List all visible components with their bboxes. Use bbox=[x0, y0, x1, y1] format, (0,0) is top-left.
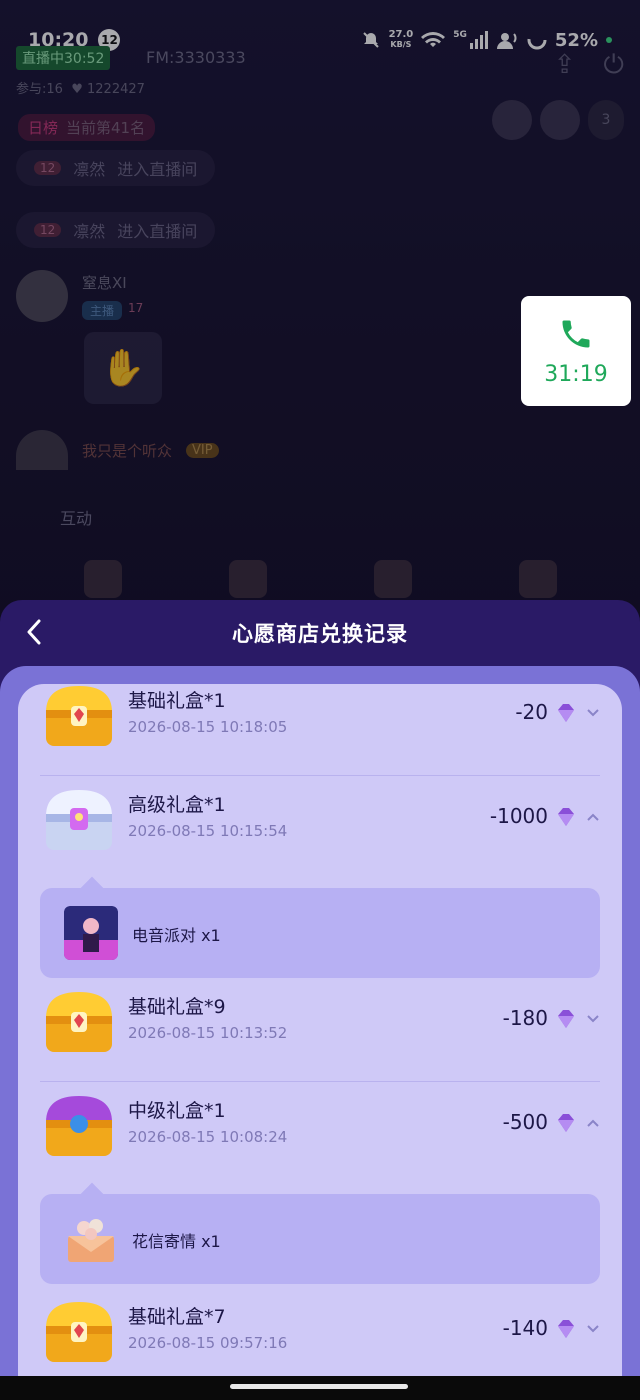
record-time: 2026-08-15 10:13:52 bbox=[128, 1024, 288, 1042]
chevron-down-icon[interactable] bbox=[586, 1012, 600, 1026]
call-timer: 31:19 bbox=[544, 361, 608, 387]
chevron-down-icon[interactable] bbox=[586, 1322, 600, 1336]
record-amount: -140 bbox=[502, 1316, 548, 1340]
list-item[interactable]: 基础礼盒*9 2026-08-15 10:13:52 -180 bbox=[40, 978, 600, 1082]
record-time: 2026-08-15 09:57:16 bbox=[128, 1334, 288, 1352]
call-widget[interactable]: 31:19 bbox=[521, 296, 631, 406]
crystal-currency-icon bbox=[558, 1320, 574, 1338]
purple-chest-icon bbox=[46, 1096, 112, 1156]
record-time: 2026-08-15 10:08:24 bbox=[128, 1128, 288, 1146]
flower-letter-thumbnail bbox=[68, 1219, 114, 1262]
reward-label: 花信寄情 x1 bbox=[132, 1232, 221, 1251]
sheet-body: 基础礼盒*1 2026-08-15 10:18:05 -20 高级礼盒*1 20… bbox=[0, 666, 640, 1400]
gold-chest-icon bbox=[46, 1302, 112, 1362]
back-button[interactable] bbox=[16, 614, 52, 650]
phone-icon bbox=[562, 320, 590, 347]
chevron-left-icon bbox=[27, 619, 41, 645]
record-name: 高级礼盒*1 bbox=[128, 794, 226, 816]
record-time: 2026-08-15 10:18:05 bbox=[128, 718, 288, 736]
crystal-currency-icon bbox=[558, 808, 574, 826]
sheet-title: 心愿商店兑换记录 bbox=[232, 622, 408, 646]
crystal-currency-icon bbox=[558, 704, 574, 722]
exchange-record-sheet: 心愿商店兑换记录 基础礼盒*1 2026-08-15 10:18:05 -20 bbox=[0, 600, 640, 1400]
silver-chest-icon bbox=[46, 790, 112, 850]
record-list[interactable]: 基础礼盒*1 2026-08-15 10:18:05 -20 高级礼盒*1 20… bbox=[18, 684, 622, 1400]
chevron-up-icon[interactable] bbox=[586, 1116, 600, 1130]
list-item[interactable]: 高级礼盒*1 2026-08-15 10:15:54 -1000 bbox=[40, 776, 600, 880]
home-indicator[interactable] bbox=[230, 1384, 408, 1389]
record-amount: -180 bbox=[502, 1006, 548, 1030]
record-amount: -20 bbox=[515, 700, 548, 724]
record-name: 基础礼盒*7 bbox=[128, 1306, 226, 1328]
sheet-header: 心愿商店兑换记录 bbox=[0, 600, 640, 666]
record-time: 2026-08-15 10:15:54 bbox=[128, 822, 288, 840]
list-item[interactable]: 基础礼盒*1 2026-08-15 10:18:05 -20 bbox=[40, 684, 600, 776]
record-amount: -500 bbox=[502, 1110, 548, 1134]
crystal-currency-icon bbox=[558, 1010, 574, 1028]
record-amount: -1000 bbox=[489, 804, 548, 828]
gold-chest-icon bbox=[46, 992, 112, 1052]
record-name: 基础礼盒*9 bbox=[128, 996, 226, 1018]
reward-label: 电音派对 x1 bbox=[132, 926, 221, 945]
edm-party-thumbnail bbox=[64, 906, 118, 960]
system-nav-bar bbox=[0, 1376, 640, 1400]
chevron-down-icon[interactable] bbox=[586, 706, 600, 720]
list-item[interactable]: 中级礼盒*1 2026-08-15 10:08:24 -500 bbox=[40, 1082, 600, 1186]
chevron-up-icon[interactable] bbox=[586, 810, 600, 824]
reward-detail: 电音派对 x1 bbox=[40, 888, 600, 978]
record-name: 中级礼盒*1 bbox=[128, 1100, 226, 1122]
gold-chest-icon bbox=[46, 686, 112, 746]
reward-detail: 花信寄情 x1 bbox=[40, 1194, 600, 1284]
record-name: 基础礼盒*1 bbox=[128, 690, 226, 712]
crystal-currency-icon bbox=[558, 1114, 574, 1132]
